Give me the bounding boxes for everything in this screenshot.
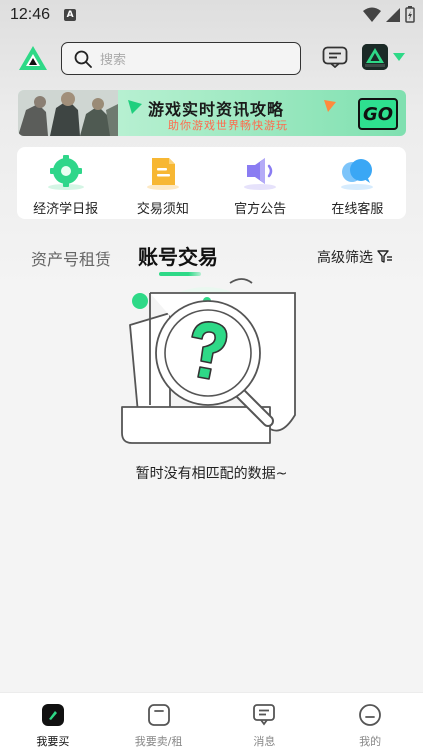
empty-state-illustration	[121, 278, 296, 444]
empty-state-message: 暂时没有相匹配的数据~	[135, 466, 288, 482]
bottom-navigation: 我要买 我要卖/租 消息 我的	[0, 692, 423, 752]
tab-account-trade[interactable]: 账号交易	[138, 241, 218, 270]
quick-link-label: 在线客服	[331, 202, 384, 217]
dropdown-caret-icon[interactable]	[393, 53, 405, 61]
banner-go-button[interactable]: GO	[358, 98, 398, 130]
game-avatar[interactable]	[362, 44, 388, 70]
status-bar: 12:46 A	[0, 0, 423, 30]
battery-icon	[405, 6, 415, 23]
chat-bubble-icon	[341, 159, 374, 190]
message-icon	[253, 704, 276, 726]
nav-messages[interactable]: 消息	[212, 693, 318, 752]
quick-link-online-service[interactable]: 在线客服	[309, 147, 406, 219]
document-icon	[146, 158, 179, 190]
signal-icon	[386, 7, 400, 22]
search-input[interactable]: 搜索	[61, 42, 301, 75]
wifi-icon	[363, 7, 381, 22]
banner-orange-triangle-decoration	[324, 100, 336, 112]
quick-link-official-notice[interactable]: 官方公告	[212, 147, 309, 219]
status-time: 12:46	[10, 6, 51, 23]
quick-link-label: 官方公告	[234, 202, 287, 217]
notification-icon: A	[64, 9, 77, 21]
quick-link-label: 经济学日报	[33, 202, 99, 217]
message-icon[interactable]	[322, 46, 348, 68]
app-logo-icon[interactable]	[18, 45, 48, 71]
filter-icon	[377, 250, 392, 263]
search-placeholder: 搜索	[100, 53, 127, 68]
nav-label: 我要买	[36, 735, 70, 748]
quick-link-economics-daily[interactable]: 经济学日报	[17, 147, 114, 219]
advanced-filter-button[interactable]: 高级筛选	[317, 247, 393, 267]
nav-buy[interactable]: 我要买	[0, 693, 106, 752]
search-icon	[74, 50, 92, 68]
buy-icon	[41, 704, 64, 726]
nav-label: 我要卖/租	[134, 735, 183, 748]
nav-label: 我的	[359, 735, 382, 748]
status-indicators	[363, 6, 415, 23]
nav-profile[interactable]: 我的	[317, 693, 423, 752]
sell-icon	[147, 704, 170, 726]
trade-tabs: 资产号租赁 账号交易 高级筛选	[0, 240, 423, 280]
quick-links-card: 经济学日报 交易须知 官方公告 在线客服	[17, 147, 406, 219]
profile-icon	[359, 704, 382, 726]
nav-label: 消息	[253, 735, 276, 748]
speaker-icon	[244, 158, 277, 190]
banner-characters-image	[18, 90, 118, 136]
filter-label: 高级筛选	[317, 250, 373, 266]
gear-icon	[47, 155, 84, 190]
quick-link-label: 交易须知	[136, 202, 189, 217]
banner-triangle-decoration	[128, 100, 142, 114]
top-header: 搜索	[0, 38, 423, 78]
tab-asset-rent[interactable]: 资产号租赁	[31, 246, 111, 270]
banner-subtitle: 助你游戏世界畅快游玩	[168, 119, 288, 132]
nav-sell-rent[interactable]: 我要卖/租	[106, 693, 212, 752]
quick-link-trade-notice[interactable]: 交易须知	[114, 147, 211, 219]
promo-banner[interactable]: 游戏实时资讯攻略 助你游戏世界畅快游玩 GO	[18, 90, 406, 136]
